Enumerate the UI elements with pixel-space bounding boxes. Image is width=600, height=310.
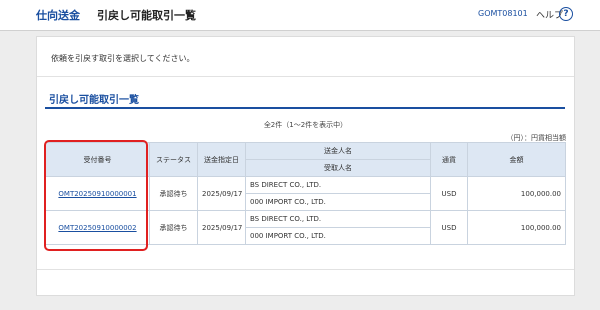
transactions-table: 受付番号 ステータス 送金指定日 送金人名 通貨 金額 受取人名 OMT2025… bbox=[45, 142, 566, 245]
status-cell: 承認待ち bbox=[149, 210, 198, 245]
receipt-no-link[interactable]: OMT20250910000002 bbox=[58, 224, 136, 232]
help-icon[interactable]: ? bbox=[559, 7, 573, 21]
section-title: 引戻し可能取引一覧 bbox=[49, 95, 139, 106]
beneficiary-cell: 000 IMPORT CO., LTD. bbox=[245, 193, 431, 211]
divider bbox=[37, 76, 574, 77]
receipt-no-link[interactable]: OMT20250910000001 bbox=[58, 190, 136, 198]
date-cell: 2025/09/17 bbox=[197, 176, 246, 211]
col-amount: 金額 bbox=[467, 142, 566, 177]
divider bbox=[37, 269, 574, 270]
table-row: OMT20250910000001 承認待ち 2025/09/17 BS DIR… bbox=[45, 176, 566, 211]
top-bar: 仕向送金 引戻し可能取引一覧 GOMT08101 ヘルプ ? bbox=[0, 0, 600, 31]
currency-cell: USD bbox=[430, 176, 468, 211]
date-cell: 2025/09/17 bbox=[197, 210, 246, 245]
remitter-cell: BS DIRECT CO., LTD. bbox=[245, 176, 431, 194]
amount-cell: 100,000.00 bbox=[467, 210, 566, 245]
beneficiary-cell: 000 IMPORT CO., LTD. bbox=[245, 227, 431, 245]
currency-cell: USD bbox=[430, 210, 468, 245]
receipt-no-cell: OMT20250910000002 bbox=[45, 210, 150, 245]
status-cell: 承認待ち bbox=[149, 176, 198, 211]
result-count: 全2件（1～2件を表示中） bbox=[263, 121, 348, 129]
col-currency: 通貨 bbox=[430, 142, 468, 177]
screen-id: GOMT08101 bbox=[478, 9, 528, 18]
col-receipt-no: 受付番号 bbox=[45, 142, 150, 177]
main-panel: 依頼を引戻す取引を選択してください。 引戻し可能取引一覧 全2件（1～2件を表示… bbox=[36, 36, 575, 296]
amount-cell: 100,000.00 bbox=[467, 176, 566, 211]
receipt-no-cell: OMT20250910000001 bbox=[45, 176, 150, 211]
section-title-rule bbox=[45, 107, 565, 109]
table-row: OMT20250910000002 承認待ち 2025/09/17 BS DIR… bbox=[45, 210, 566, 245]
instruction-text: 依頼を引戻す取引を選択してください。 bbox=[51, 54, 195, 63]
remitter-cell: BS DIRECT CO., LTD. bbox=[245, 210, 431, 228]
col-beneficiary: 受取人名 bbox=[245, 159, 431, 177]
col-remitter: 送金人名 bbox=[245, 142, 431, 160]
col-status: ステータス bbox=[149, 142, 198, 177]
app-title[interactable]: 仕向送金 bbox=[36, 7, 80, 23]
screen-title: 引戻し可能取引一覧 bbox=[97, 9, 196, 22]
col-date: 送金指定日 bbox=[197, 142, 246, 177]
